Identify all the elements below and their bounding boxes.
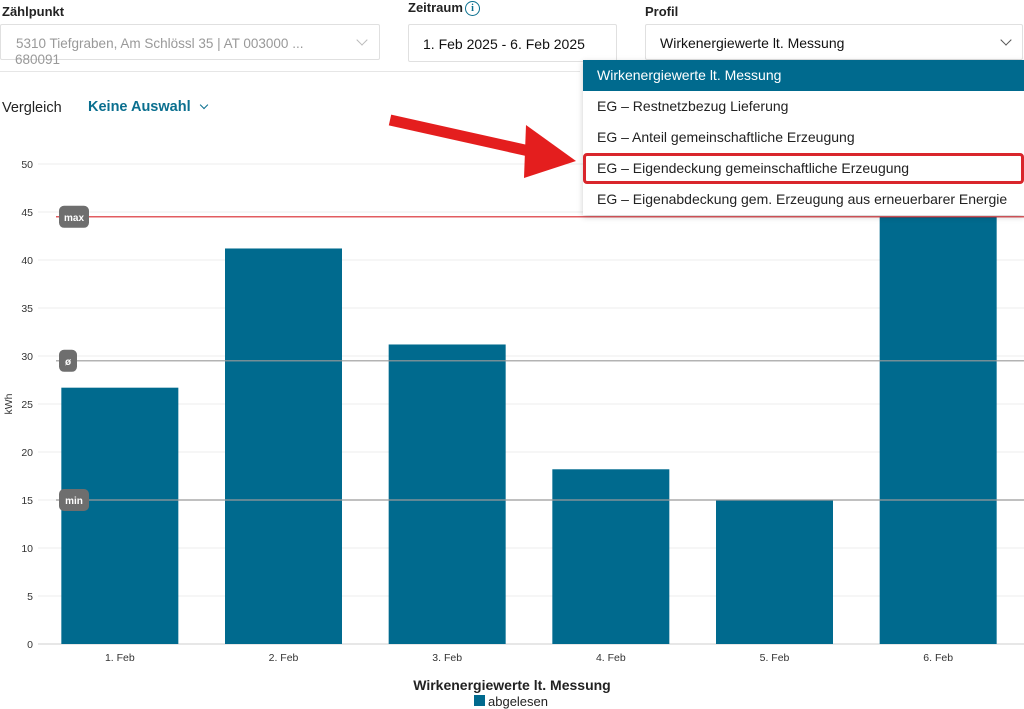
y-tick-label: 10 [21,543,33,555]
x-tick-label: 5. Feb [760,652,790,664]
chart-title: Wirkenergiewerte lt. Messung [413,677,610,693]
y-axis-label: kWh [3,393,15,414]
compare-select[interactable]: Keine Auswahl [88,99,208,115]
legend-label: abgelesen [488,694,548,709]
profile-select[interactable]: Wirkenergiewerte lt. Messung [645,24,1023,60]
chevron-down-icon [1000,34,1012,46]
meter-value-continued: 680091 [15,52,61,67]
chevron-down-icon [199,100,208,110]
y-tick-label: 45 [21,207,33,219]
bar [879,216,997,645]
filter-divider [0,71,580,72]
profile-option-restnetzbezug[interactable]: EG – Restnetzbezug Lieferung [583,91,1024,122]
reference-label: max [64,213,84,224]
profile-option-wirkenergie[interactable]: Wirkenergiewerte lt. Messung [583,60,1024,91]
bar [552,469,670,644]
reference-label: ø [65,357,72,368]
period-input[interactable]: 1. Feb 2025 - 6. Feb 2025 [408,24,617,62]
x-tick-label: 3. Feb [432,652,462,664]
legend-swatch [474,695,485,706]
bar [716,500,833,644]
x-tick-label: 6. Feb [923,652,953,664]
y-tick-label: 30 [21,351,33,363]
bar [388,344,506,644]
info-icon[interactable]: i [465,1,480,16]
bar [61,387,179,644]
profile-option-eigendeckung[interactable]: EG – Eigendeckung gemeinschaftliche Erze… [583,153,1024,184]
x-tick-label: 4. Feb [596,652,626,664]
profile-option-eigenabdeckung[interactable]: EG – Eigenabdeckung gem. Erzeugung aus e… [583,184,1024,215]
compare-value: Keine Auswahl [88,99,191,115]
y-tick-label: 40 [21,255,33,267]
profile-value: Wirkenergiewerte lt. Messung [660,35,845,51]
profile-label: Profil [645,4,679,19]
x-tick-label: 1. Feb [105,652,135,664]
y-tick-label: 0 [27,639,33,651]
y-tick-label: 35 [21,303,33,315]
profile-option-anteil[interactable]: EG – Anteil gemeinschaftliche Erzeugung [583,122,1024,153]
y-tick-label: 20 [21,447,33,459]
compare-label: Vergleich [2,100,62,116]
x-tick-label: 2. Feb [269,652,299,664]
chevron-down-icon [356,34,368,46]
profile-dropdown-list: Wirkenergiewerte lt. Messung EG – Restne… [583,60,1024,215]
reference-label: min [65,496,83,507]
y-tick-label: 5 [27,591,33,603]
period-value: 1. Feb 2025 - 6. Feb 2025 [423,36,585,52]
bar [225,248,342,644]
y-tick-label: 50 [21,159,33,171]
meter-value: 5310 Tiefgraben, Am Schlössl 35 | AT 003… [16,36,304,51]
y-tick-label: 15 [21,495,33,507]
y-tick-label: 25 [21,399,33,411]
energy-bar-chart: 0 5 10 15 20 25 30 35 40 45 50 kWh 1. Feb 2. Feb 3. Fe… [3,159,1024,709]
period-label: Zeitraum [408,0,463,15]
meter-label: Zählpunkt [2,4,65,19]
